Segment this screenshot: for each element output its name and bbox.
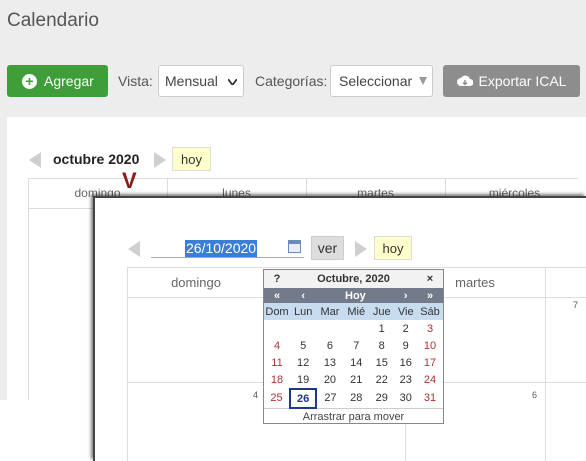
prev-month-arrow-icon[interactable] <box>29 152 41 168</box>
blank-area <box>0 400 93 461</box>
day-cell[interactable]: 20 <box>316 371 343 389</box>
day-cell[interactable]: 17 <box>417 354 443 371</box>
zoom-pointer-icon: V <box>122 168 137 193</box>
day-cell <box>316 320 343 337</box>
day-cell[interactable]: 18 <box>264 371 290 389</box>
day-name: Mar <box>316 303 344 320</box>
calendar-icon[interactable] <box>288 240 301 253</box>
grid-line <box>28 178 578 179</box>
next-year-button[interactable]: » <box>417 288 443 303</box>
day-cell[interactable]: 3 <box>417 320 443 337</box>
day-cell[interactable]: 15 <box>369 354 394 371</box>
grid-line <box>28 178 29 400</box>
go-button[interactable]: ver <box>311 236 344 260</box>
date-input-value[interactable]: 26/10/2020 <box>185 240 258 257</box>
day-cell[interactable]: 24 <box>417 371 443 389</box>
day-cell[interactable]: 14 <box>344 354 369 371</box>
day-name: Lun <box>290 303 317 320</box>
grid-line <box>127 267 586 268</box>
day-cell[interactable]: 21 <box>344 371 369 389</box>
picker-title: Octubre, 2020 <box>290 270 417 288</box>
day-name: Sáb <box>417 303 443 320</box>
day-cell[interactable]: 19 <box>290 371 316 389</box>
day-cell[interactable]: 28 <box>344 389 369 408</box>
day-cell[interactable]: 22 <box>369 371 394 389</box>
grid-line <box>28 208 98 209</box>
plus-icon: + <box>22 73 37 89</box>
month-label: octubre 2020 <box>53 151 140 167</box>
page-title: Calendario <box>7 10 99 31</box>
day-cell[interactable]: 10 <box>417 337 443 354</box>
day-cell[interactable]: 2 <box>394 320 417 337</box>
day-cell[interactable]: 8 <box>369 337 394 354</box>
categories-select-value: Seleccionar <box>339 73 413 89</box>
day-cell <box>344 320 369 337</box>
day-name: Dom <box>264 303 290 320</box>
day-name: Mié <box>343 303 369 320</box>
day-cell[interactable]: 6 <box>316 337 343 354</box>
export-ical-button[interactable]: Exportar ICAL <box>443 65 580 97</box>
add-button[interactable]: + Agregar <box>7 65 108 97</box>
day-cell[interactable]: 7 <box>344 337 369 354</box>
date-picker: ? Octubre, 2020 × « ‹ Hoy › » Dom Lun Ma… <box>263 269 444 425</box>
next-month-button[interactable]: › <box>394 288 417 303</box>
view-label: Vista: <box>118 73 153 89</box>
close-icon[interactable]: × <box>417 270 443 288</box>
day-cell[interactable]: 29 <box>369 389 394 408</box>
prev-month-button[interactable]: ‹ <box>290 288 317 303</box>
today-button[interactable]: hoy <box>172 147 211 171</box>
next-month-arrow-icon[interactable] <box>154 152 166 168</box>
day-cell[interactable]: 5 <box>290 337 316 354</box>
prev-year-button[interactable]: « <box>264 288 290 303</box>
day-number: 4 <box>253 390 259 400</box>
picker-today-button[interactable]: Hoy <box>316 288 395 303</box>
day-cell[interactable]: 31 <box>417 389 443 408</box>
day-cell[interactable]: 1 <box>369 320 394 337</box>
view-select-value: Mensual <box>165 73 218 89</box>
zoom-today-button[interactable]: hoy <box>374 236 412 260</box>
weekday-header: domingo <box>171 275 221 290</box>
day-cell[interactable]: 16 <box>394 354 417 371</box>
day-cell[interactable]: 9 <box>394 337 417 354</box>
day-number: 6 <box>532 390 538 400</box>
categories-label: Categorías: <box>255 73 328 89</box>
selected-day-cell[interactable]: 26 <box>288 388 318 409</box>
day-cell[interactable]: 11 <box>264 354 290 371</box>
caret-down-icon <box>419 77 427 85</box>
day-cell <box>264 320 290 337</box>
next-arrow-icon[interactable] <box>355 241 367 257</box>
cloud-download-icon <box>456 75 473 86</box>
grid-line <box>127 267 128 461</box>
grid-line <box>545 267 546 461</box>
day-name: Vie <box>394 303 417 320</box>
export-ical-label: Exportar ICAL <box>478 73 567 89</box>
day-cell[interactable]: 4 <box>264 337 290 354</box>
help-button[interactable]: ? <box>264 270 290 288</box>
chevron-down-icon <box>228 79 237 85</box>
day-cell[interactable]: 23 <box>394 371 417 389</box>
add-button-label: Agregar <box>44 73 94 89</box>
day-number: 7 <box>573 300 579 310</box>
view-select[interactable]: Mensual <box>158 65 244 97</box>
day-name: Jue <box>368 303 395 320</box>
prev-arrow-icon[interactable] <box>128 241 140 257</box>
picker-footer[interactable]: Arrastrar para mover <box>264 407 443 425</box>
day-cell <box>290 320 316 337</box>
day-cell[interactable]: 27 <box>316 389 343 408</box>
day-cell[interactable]: 25 <box>264 389 290 408</box>
day-cell[interactable]: 12 <box>290 354 316 371</box>
day-cell[interactable]: 13 <box>316 354 343 371</box>
categories-select[interactable]: Seleccionar <box>330 65 433 97</box>
day-cell[interactable]: 30 <box>394 389 417 408</box>
